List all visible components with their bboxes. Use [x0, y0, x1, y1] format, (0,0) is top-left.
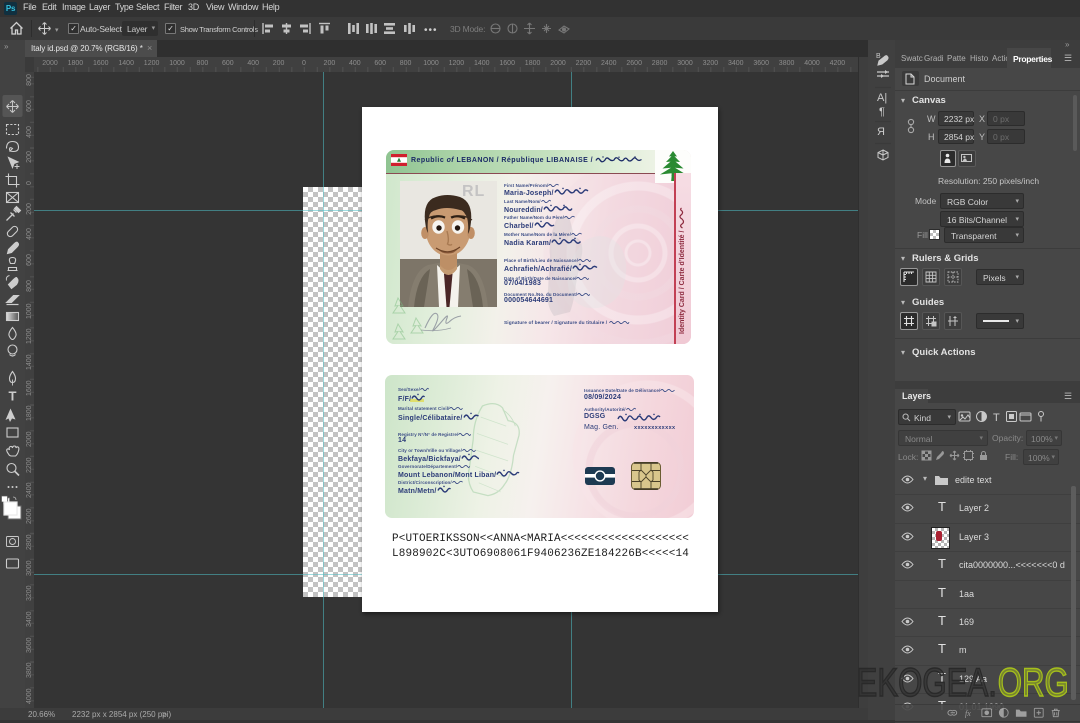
svg-text:EKOGEA.: EKOGEA. — [857, 660, 997, 705]
svg-text:B: B — [876, 53, 881, 60]
svg-text:T: T — [993, 412, 1000, 423]
svg-text:T: T — [9, 389, 17, 404]
svg-text:¶: ¶ — [879, 106, 885, 118]
svg-text:Я: Я — [877, 126, 885, 138]
svg-text:fx: fx — [965, 709, 971, 718]
svg-text:ORG: ORG — [998, 660, 1069, 705]
svg-text:A|: A| — [877, 92, 887, 104]
